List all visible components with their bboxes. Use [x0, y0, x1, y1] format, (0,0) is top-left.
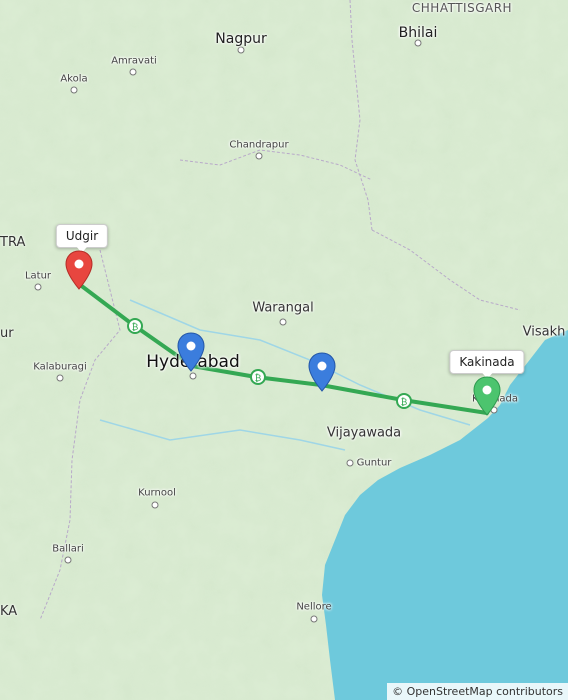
city-label-guntur: Guntur	[356, 457, 392, 469]
attribution[interactable]: © OpenStreetMap contributors	[387, 683, 568, 700]
city-dot-kurnool	[151, 501, 159, 509]
city-dot-nagpur	[237, 46, 245, 54]
map-pin-blue-icon[interactable]	[176, 332, 206, 372]
city-dot-nellore	[310, 615, 318, 623]
map-pin-red-icon[interactable]	[64, 250, 94, 290]
city-dot-chandrapur	[255, 152, 263, 160]
city-dot-ballari	[64, 556, 72, 564]
map-pin-blue-icon[interactable]	[307, 352, 337, 392]
city-label-vijayawada: Vijayawada	[326, 425, 402, 441]
city-dot-guntur	[346, 459, 354, 467]
edge-label-ur: ur	[0, 326, 14, 341]
city-label-amravati: Amravati	[111, 55, 157, 67]
city-label-warangal: Warangal	[252, 300, 314, 316]
city-label-nagpur: Nagpur	[215, 31, 267, 47]
city-label-ballari: Ballari	[52, 543, 84, 555]
city-label-latur: Latur	[24, 270, 52, 282]
map-pin-green-icon[interactable]	[472, 376, 502, 416]
city-dot-latur	[34, 283, 42, 291]
city-label-chandrapur: Chandrapur	[229, 139, 289, 151]
map-canvas[interactable]: ₿ ₿ ₿ CHHATTISGARH Bhilai Nagpur Amravat…	[0, 0, 568, 700]
city-label-kurnool: Kurnool	[138, 487, 176, 499]
state-label-chhattisgarh: CHHATTISGARH	[411, 1, 513, 15]
edge-label-ka: KA	[0, 604, 18, 619]
city-dot-kalaburagi	[56, 374, 64, 382]
edge-label-tra: TRA	[0, 235, 26, 250]
start-location-callout[interactable]: Udgir	[55, 224, 109, 253]
city-label-nellore: Nellore	[296, 601, 332, 613]
city-dot-akola	[70, 86, 78, 94]
end-location-callout[interactable]: Kakinada	[449, 350, 525, 379]
city-label-bhilai: Bhilai	[398, 25, 438, 41]
city-label-kalaburagi: Kalaburagi	[33, 361, 87, 373]
city-dot-hyderabad	[189, 372, 197, 380]
city-dot-warangal	[279, 318, 287, 326]
city-label-akola: Akola	[60, 73, 88, 85]
city-dot-amravati	[129, 68, 137, 76]
city-label-visakh: Visakh	[522, 324, 566, 340]
